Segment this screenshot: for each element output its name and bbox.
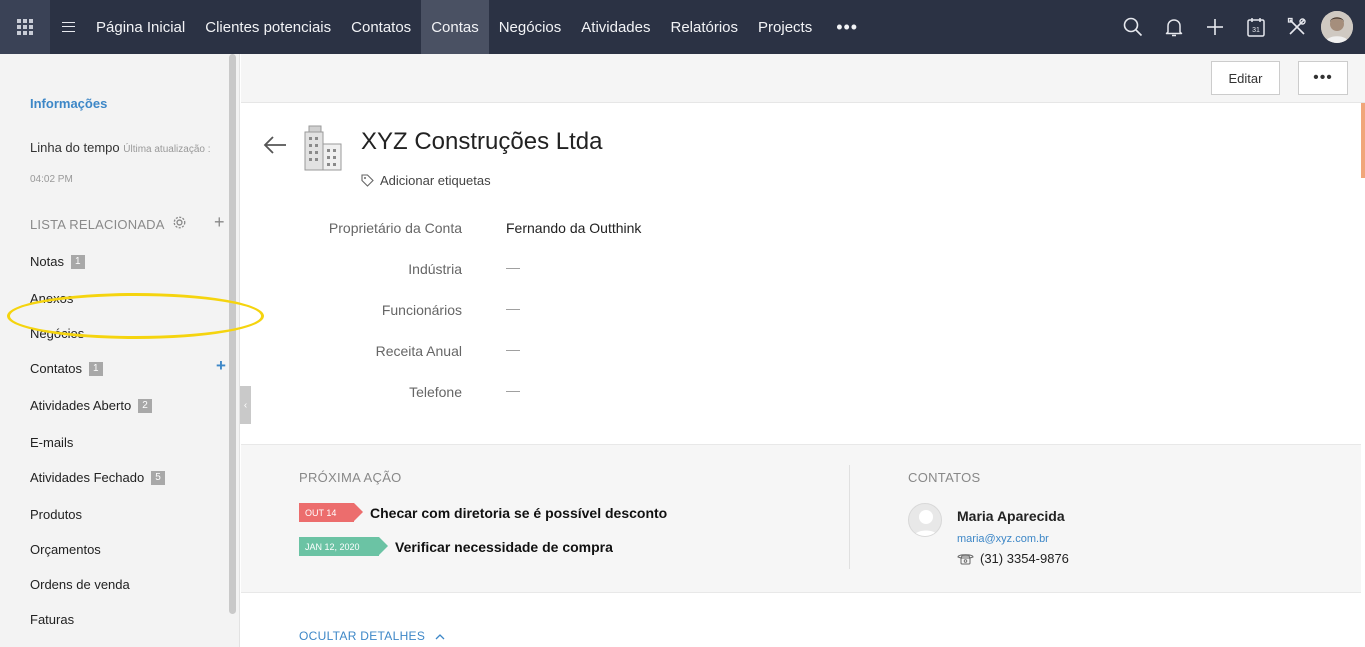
sidebar-item-produtos[interactable]: Produtos <box>30 507 82 522</box>
sidebar-item-faturas[interactable]: Faturas <box>30 612 74 627</box>
plus-icon[interactable] <box>1194 0 1235 54</box>
sidebar-item-emails[interactable]: E-mails <box>30 435 73 450</box>
edit-button[interactable]: Editar <box>1211 61 1280 95</box>
contact-phone[interactable]: (31) 3354-9876 <box>957 551 1069 566</box>
sidebar-item-label: Notas <box>30 254 64 269</box>
sidebar-item-label: Ordens de venda <box>30 577 130 592</box>
related-list-title: LISTA RELACIONADA <box>30 217 165 232</box>
hide-details-link[interactable]: OCULTAR DETALHES <box>299 629 445 643</box>
sidebar-item-contatos[interactable]: Contatos 1 <box>30 361 103 376</box>
field-value-industry[interactable]: — <box>506 259 520 275</box>
sidebar-item-negocios[interactable]: Negócios <box>30 326 84 341</box>
timeline-updated-label: Última atualização : <box>123 144 211 155</box>
sidebar-item-notas[interactable]: Notas 1 <box>30 254 85 269</box>
bell-icon[interactable] <box>1153 0 1194 54</box>
tools-icon[interactable] <box>1276 0 1317 54</box>
field-value-owner[interactable]: Fernando da Outthink <box>506 220 641 236</box>
field-label-industry: Indústria <box>408 261 462 277</box>
count-badge: 5 <box>151 470 165 485</box>
sidebar-scrollbar[interactable] <box>229 54 236 614</box>
sidebar-collapse-handle[interactable]: ‹ <box>240 386 251 424</box>
user-avatar[interactable] <box>1321 11 1353 43</box>
add-tags-label: Adicionar etiquetas <box>380 173 491 188</box>
nav-contatos[interactable]: Contatos <box>341 0 421 54</box>
contact-phone-number: (31) 3354-9876 <box>980 551 1069 566</box>
hamburger-icon[interactable] <box>50 0 86 54</box>
gear-icon[interactable] <box>172 215 187 233</box>
chevron-up-icon <box>435 633 445 639</box>
sidebar-item-label: Orçamentos <box>30 542 101 557</box>
nav-pagina-inicial[interactable]: Página Inicial <box>86 0 195 54</box>
nav-relatorios[interactable]: Relatórios <box>660 0 748 54</box>
contact-avatar <box>908 503 942 537</box>
field-value-employees[interactable]: — <box>506 300 520 316</box>
timeline-time: 04:02 PM <box>30 174 73 185</box>
svg-text:31: 31 <box>1252 27 1260 34</box>
add-contact-icon[interactable]: + <box>216 356 226 376</box>
calendar-icon[interactable]: 31 <box>1235 0 1276 54</box>
task-text[interactable]: Verificar necessidade de compra <box>395 539 613 555</box>
record-toolbar: Editar ••• <box>241 54 1365 103</box>
band-divider <box>849 465 850 569</box>
field-value-annual-revenue[interactable]: — <box>506 341 520 357</box>
task-item[interactable]: JAN 12, 2020 Verificar necessidade de co… <box>299 537 613 556</box>
task-item[interactable]: OUT 14 Checar com diretoria se é possíve… <box>299 503 667 522</box>
count-badge: 1 <box>70 254 85 269</box>
sidebar-item-label: Produtos <box>30 507 83 522</box>
nav-clientes-potenciais[interactable]: Clientes potenciais <box>195 0 341 54</box>
nav-projects[interactable]: Projects <box>748 0 822 54</box>
phone-icon <box>957 553 974 564</box>
contact-name[interactable]: Maria Aparecida <box>957 508 1065 524</box>
sidebar-item-ordens-de-venda[interactable]: Ordens de venda <box>30 577 130 592</box>
contact-email-link[interactable]: maria@xyz.com.br <box>957 533 1049 545</box>
sidebar-item-label: E-mails <box>30 435 74 450</box>
count-badge: 1 <box>89 361 103 376</box>
tag-icon <box>361 174 374 187</box>
hide-details-label: OCULTAR DETALHES <box>299 629 426 643</box>
field-label-owner: Proprietário da Conta <box>328 220 462 236</box>
top-navigation-bar: Página Inicial Clientes potenciais Conta… <box>0 0 1365 54</box>
back-arrow-icon[interactable] <box>262 132 288 161</box>
task-date-badge: JAN 12, 2020 <box>299 537 388 556</box>
task-date-badge: OUT 14 <box>299 503 363 522</box>
sidebar-item-label: Atividades Fechado <box>30 470 145 485</box>
task-text[interactable]: Checar com diretoria se é possível desco… <box>370 505 667 521</box>
sidebar-item-atividades-fechado[interactable]: Atividades Fechado 5 <box>30 470 165 485</box>
sidebar-item-orcamentos[interactable]: Orçamentos <box>30 542 101 557</box>
add-related-list-icon[interactable]: + <box>214 212 225 233</box>
summary-band: PRÓXIMA AÇÃO OUT 14 Checar com diretoria… <box>241 444 1361 593</box>
next-action-title: PRÓXIMA AÇÃO <box>299 470 402 485</box>
sidebar-timeline-link[interactable]: Linha do tempo Última atualização : 04:0… <box>30 134 225 194</box>
left-sidebar: Informações Linha do tempo Última atuali… <box>0 54 240 647</box>
field-value-phone[interactable]: — <box>506 382 520 398</box>
sidebar-item-atividades-aberto[interactable]: Atividades Aberto 2 <box>30 398 152 413</box>
nav-negocios[interactable]: Negócios <box>489 0 572 54</box>
timeline-label: Linha do tempo <box>30 140 120 155</box>
search-icon[interactable] <box>1112 0 1153 54</box>
more-actions-button[interactable]: ••• <box>1298 61 1348 95</box>
sidebar-item-label: Negócios <box>30 326 85 341</box>
field-label-annual-revenue: Receita Anual <box>375 343 462 359</box>
sidebar-item-anexos[interactable]: Anexos <box>30 291 73 306</box>
account-name-title: XYZ Construções Ltda <box>361 128 603 155</box>
sidebar-item-label: Faturas <box>30 612 75 627</box>
add-tags-link[interactable]: Adicionar etiquetas <box>361 173 491 188</box>
contacts-title: CONTATOS <box>908 470 981 485</box>
sidebar-info-link[interactable]: Informações <box>30 96 107 111</box>
count-badge: 2 <box>138 398 152 413</box>
field-label-phone: Telefone <box>409 384 462 400</box>
main-scrollbar[interactable] <box>1361 103 1365 178</box>
building-icon <box>302 122 344 175</box>
field-label-employees: Funcionários <box>381 302 462 318</box>
sidebar-item-label: Anexos <box>30 291 74 306</box>
nav-atividades[interactable]: Atividades <box>571 0 660 54</box>
nav-more-button[interactable]: ••• <box>822 0 872 54</box>
app-grid-icon[interactable] <box>0 0 50 54</box>
nav-contas[interactable]: Contas <box>421 0 489 54</box>
sidebar-item-label: Contatos <box>30 361 83 376</box>
sidebar-item-label: Atividades Aberto <box>30 398 132 413</box>
